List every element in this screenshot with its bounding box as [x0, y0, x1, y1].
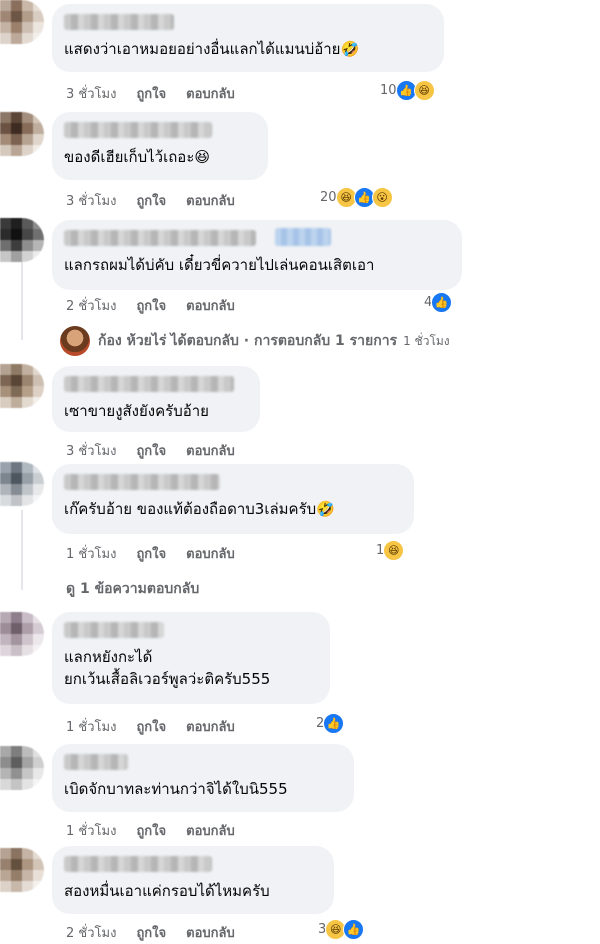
wow-icon: 😮 — [371, 187, 393, 208]
comment-actions: 1 ชั่วโมง ถูกใจ ตอบกลับ — [66, 820, 235, 841]
like-button[interactable]: ถูกใจ — [136, 190, 166, 211]
like-button[interactable]: ถูกใจ — [136, 716, 166, 737]
commenter-name[interactable] — [64, 856, 212, 872]
thread-line — [21, 510, 23, 590]
like-button[interactable]: ถูกใจ — [136, 440, 166, 461]
reaction-summary[interactable]: 3 😆 👍 — [318, 919, 365, 940]
reply-button[interactable]: ตอบกลับ — [186, 440, 235, 461]
avatar[interactable] — [0, 364, 44, 408]
like-icon: 👍 — [431, 292, 453, 313]
avatar[interactable] — [0, 112, 44, 156]
comment-bubble: สองหมื่นเอาแค่กรอบได้ไหมครับ — [52, 846, 334, 914]
commenter-name[interactable] — [64, 474, 220, 490]
commenter-badge — [275, 228, 332, 246]
thread-line — [21, 262, 23, 340]
like-icon: 👍 — [343, 919, 365, 940]
like-button[interactable]: ถูกใจ — [136, 543, 166, 564]
like-button[interactable]: ถูกใจ — [136, 922, 166, 943]
comment-actions: 3 ชั่วโมง ถูกใจ ตอบกลับ — [66, 190, 235, 211]
comment-time[interactable]: 1 ชั่วโมง — [66, 543, 116, 564]
comment-actions: 3 ชั่วโมง ถูกใจ ตอบกลับ — [66, 83, 235, 104]
comment-text: แสดงว่าเอาหมอยอย่างอื่นแลกได้แมนบ่อ้าย🤣 — [64, 40, 360, 58]
comment-time[interactable]: 3 ชั่วโมง — [66, 83, 116, 104]
comment-time[interactable]: 1 ชั่วโมง — [66, 716, 116, 737]
comment-actions: 1 ชั่วโมง ถูกใจ ตอบกลับ — [66, 543, 235, 564]
comment-actions: 3 ชั่วโมง ถูกใจ ตอบกลับ — [66, 440, 235, 461]
view-replies-link[interactable]: ดู 1 ข้อความตอบกลับ — [66, 578, 199, 600]
comment-text: เบิดจักบาทละท่านกว่าจิได้ใบนิ555 — [64, 780, 288, 798]
reaction-summary[interactable]: 4 👍 — [424, 292, 453, 313]
reaction-count: 10 — [380, 83, 397, 98]
comment-actions: 2 ชั่วโมง ถูกใจ ตอบกลับ — [66, 295, 235, 316]
reply-button[interactable]: ตอบกลับ — [186, 820, 235, 841]
haha-icon: 😆 — [383, 540, 405, 561]
reply-summary[interactable]: ก้อง ห้วยไร่ ได้ตอบกลับ · การตอบกลับ 1 ร… — [60, 326, 450, 356]
comment-bubble: แลกหยังกะได้ ยกเว้นเสื้อลิเวอร์พูลว่ะติค… — [52, 612, 330, 704]
commenter-name[interactable] — [64, 754, 128, 770]
avatar[interactable] — [0, 462, 44, 506]
comment-bubble: เบิดจักบาทละท่านกว่าจิได้ใบนิ555 — [52, 744, 354, 812]
reaction-summary[interactable]: 2 👍 — [316, 713, 345, 734]
reply-button[interactable]: ตอบกลับ — [186, 190, 235, 211]
like-button[interactable]: ถูกใจ — [136, 83, 166, 104]
reply-button[interactable]: ตอบกลับ — [186, 295, 235, 316]
comment-time[interactable]: 2 ชั่วโมง — [66, 922, 116, 943]
comment-actions: 1 ชั่วโมง ถูกใจ ตอบกลับ — [66, 716, 235, 737]
comment-actions: 2 ชั่วโมง ถูกใจ ตอบกลับ — [66, 922, 235, 943]
commenter-name[interactable] — [64, 622, 164, 638]
reply-summary-text[interactable]: ได้ตอบกลับ · การตอบกลับ 1 รายการ — [170, 330, 397, 352]
reply-button[interactable]: ตอบกลับ — [186, 716, 235, 737]
haha-icon: 😆 — [413, 80, 435, 101]
comment-time[interactable]: 1 ชั่วโมง — [66, 820, 116, 841]
comment-text: แลกหยังกะได้ ยกเว้นเสื้อลิเวอร์พูลว่ะติค… — [64, 648, 271, 688]
commenter-name[interactable] — [64, 14, 174, 30]
reply-author-name[interactable]: ก้อง ห้วยไร่ — [98, 330, 166, 352]
commenter-name[interactable] — [64, 376, 234, 392]
commenter-name[interactable] — [64, 122, 212, 138]
comment-time[interactable]: 3 ชั่วโมง — [66, 440, 116, 461]
comment-text: สองหมื่นเอาแค่กรอบได้ไหมครับ — [64, 882, 270, 900]
like-button[interactable]: ถูกใจ — [136, 295, 166, 316]
reply-time: 1 ชั่วโมง — [403, 333, 450, 348]
comment-time[interactable]: 3 ชั่วโมง — [66, 190, 116, 211]
avatar[interactable] — [0, 218, 44, 262]
reply-button[interactable]: ตอบกลับ — [186, 83, 235, 104]
comment-bubble: เซาขายงูสังยังครับอ้าย — [52, 366, 260, 432]
comment-text: แลกรถผมได้บ่คับ เดี๋ยวขี่ควายไปเล่นคอนเส… — [64, 256, 375, 274]
reply-avatar — [60, 326, 90, 356]
commenter-name[interactable] — [64, 230, 256, 246]
avatar[interactable] — [0, 746, 44, 790]
reaction-count: 20 — [320, 190, 337, 205]
comment-bubble: ของดีเฮียเก็บไว้เถอะ😆 — [52, 112, 268, 180]
reaction-summary[interactable]: 10 👍 😆 — [380, 80, 435, 101]
avatar[interactable] — [0, 848, 44, 892]
comment-time[interactable]: 2 ชั่วโมง — [66, 295, 116, 316]
reaction-summary[interactable]: 20 😆 👍 😮 — [320, 187, 393, 208]
comment-bubble: แลกรถผมได้บ่คับ เดี๋ยวขี่ควายไปเล่นคอนเส… — [52, 220, 462, 290]
comment-text: เก๊ครับอ้าย ของแท้ต้องถือดาบ3เล่มครับ🤣 — [64, 500, 335, 518]
like-icon: 👍 — [323, 713, 345, 734]
reply-button[interactable]: ตอบกลับ — [186, 922, 235, 943]
avatar[interactable] — [0, 612, 44, 656]
reply-button[interactable]: ตอบกลับ — [186, 543, 235, 564]
comment-text: ของดีเฮียเก็บไว้เถอะ😆 — [64, 148, 211, 166]
comment-bubble: แสดงว่าเอาหมอยอย่างอื่นแลกได้แมนบ่อ้าย🤣 — [52, 4, 444, 72]
comment-text: เซาขายงูสังยังครับอ้าย — [64, 402, 209, 420]
like-button[interactable]: ถูกใจ — [136, 820, 166, 841]
comment-bubble: เก๊ครับอ้าย ของแท้ต้องถือดาบ3เล่มครับ🤣 — [52, 464, 414, 534]
reaction-summary[interactable]: 1 😆 — [376, 540, 405, 561]
avatar[interactable] — [0, 0, 44, 44]
